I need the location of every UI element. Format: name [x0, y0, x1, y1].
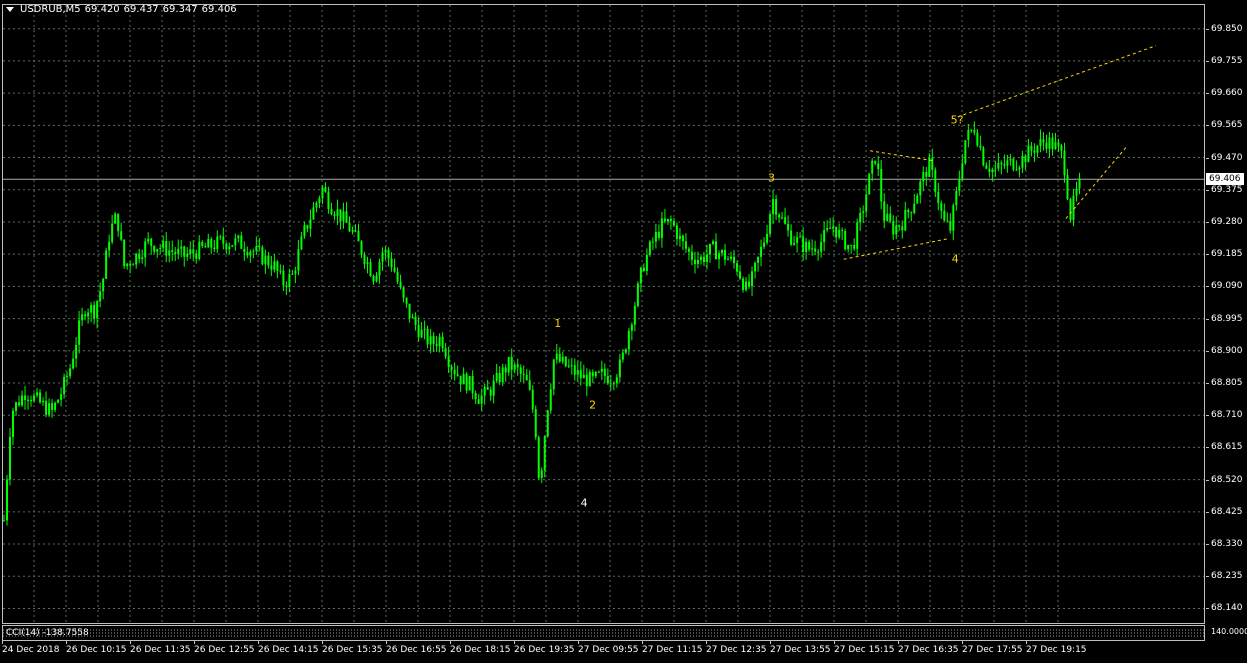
open-price: 69.420 — [84, 4, 120, 15]
price-tick-label: 69.185 — [1206, 249, 1243, 260]
price-tick-label: 68.520 — [1206, 474, 1243, 485]
time-tick-label: 27 Dec 11:15 — [642, 641, 703, 655]
price-tick-label: 69.660 — [1206, 88, 1243, 99]
price-tick-label: 69.850 — [1206, 23, 1243, 34]
price-tick-label: 69.090 — [1206, 281, 1243, 292]
price-tick-label: 69.470 — [1206, 152, 1243, 163]
price-tick-label: 68.805 — [1206, 377, 1243, 388]
menu-triangle-icon[interactable] — [6, 7, 14, 12]
price-tick-label: 68.330 — [1206, 539, 1243, 550]
time-tick-label: 26 Dec 14:15 — [258, 641, 319, 655]
time-tick-label: 27 Dec 16:35 — [898, 641, 959, 655]
main-chart-pane[interactable] — [2, 4, 1205, 624]
price-tick-label: 69.755 — [1206, 55, 1243, 66]
price-tick-label: 68.615 — [1206, 442, 1243, 453]
price-tick-label: 69.565 — [1206, 120, 1243, 131]
time-tick-label: 26 Dec 10:15 — [66, 641, 127, 655]
time-tick-label: 24 Dec 2018 — [2, 641, 60, 655]
time-tick-label: 27 Dec 13:55 — [770, 641, 831, 655]
time-tick-label: 27 Dec 17:55 — [962, 641, 1023, 655]
price-tick-label: 68.140 — [1206, 603, 1243, 614]
close-price: 69.406 — [201, 4, 237, 15]
price-tick-label: 68.710 — [1206, 410, 1243, 421]
price-tick-label: 69.280 — [1206, 216, 1243, 227]
time-tick-label: 26 Dec 18:15 — [450, 641, 511, 655]
time-tick-label: 26 Dec 15:35 — [322, 641, 383, 655]
price-tick-label: 68.425 — [1206, 506, 1243, 517]
price-tick-label: 68.995 — [1206, 313, 1243, 324]
time-axis[interactable]: 24 Dec 2018 26 Dec 10:15 26 Dec 11:35 26 De… — [0, 641, 1206, 663]
price-tick-label: 69.375 — [1206, 184, 1243, 195]
time-tick-label: 27 Dec 12:35 — [706, 641, 767, 655]
time-tick-label: 26 Dec 16:55 — [386, 641, 447, 655]
time-tick-label: 26 Dec 11:35 — [130, 641, 191, 655]
time-tick-label: 27 Dec 19:15 — [1026, 641, 1087, 655]
cci-indicator-label: CCI(14) -138.7558 — [6, 628, 89, 638]
time-tick-label: 27 Dec 09:55 — [578, 641, 639, 655]
time-tick-label: 27 Dec 15:15 — [834, 641, 895, 655]
price-tick-label: 68.900 — [1206, 345, 1243, 356]
low-price: 69.347 — [162, 4, 198, 15]
price-axis[interactable]: 69.850 69.755 69.660 69.565 69.470 69.375 69.2… — [1206, 0, 1247, 643]
price-tick-label: 68.235 — [1206, 571, 1243, 582]
symbol-header[interactable]: USDRUB,M5 69.420 69.437 69.347 69.406 — [6, 4, 237, 15]
time-tick-label: 26 Dec 12:55 — [194, 641, 255, 655]
symbol-name: USDRUB,M5 — [20, 4, 81, 15]
chart-window[interactable]: 1 2 3 4 5? 4 USDRUB,M5 69.420 69.437 69.347 6… — [0, 0, 1247, 663]
time-tick-label: 26 Dec 19:35 — [514, 641, 575, 655]
current-price-badge: 69.406 — [1206, 173, 1244, 186]
high-price: 69.437 — [123, 4, 159, 15]
cci-axis-label: 140.0000 — [1211, 627, 1247, 636]
cci-indicator-pane[interactable] — [2, 625, 1205, 641]
